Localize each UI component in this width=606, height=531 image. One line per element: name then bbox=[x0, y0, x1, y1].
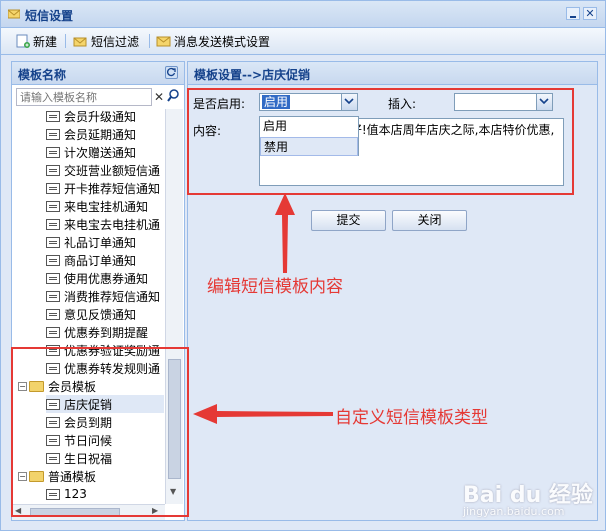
template-settings-header: 模板设置-->店庆促销 bbox=[188, 62, 597, 85]
new-document-icon bbox=[16, 34, 30, 48]
template-list-header: 模板名称 bbox=[12, 62, 184, 85]
tree-item-label: 使用优惠券通知 bbox=[64, 271, 149, 286]
close-button[interactable]: 关闭 bbox=[392, 210, 467, 231]
tree-item-label: 交班营业额短信通 bbox=[64, 163, 161, 178]
tree-item-label: 礼品订单通知 bbox=[64, 235, 137, 250]
tree-item[interactable]: 开卡推荐短信通知 bbox=[46, 179, 160, 197]
window-title: 短信设置 bbox=[25, 9, 74, 23]
tree-item[interactable]: 优惠券到期提醒 bbox=[46, 323, 148, 341]
close-window-button[interactable]: ✕ bbox=[583, 7, 597, 20]
template-list-title: 模板名称 bbox=[18, 68, 67, 82]
tree-item[interactable]: 消费推荐短信通知 bbox=[46, 287, 160, 305]
template-doc-icon bbox=[46, 308, 60, 320]
search-icon bbox=[167, 89, 179, 102]
clear-icon: ✕ bbox=[153, 90, 165, 104]
tree-item-label: 来电宝挂机通知 bbox=[64, 199, 149, 214]
template-doc-icon bbox=[46, 164, 60, 176]
template-search-row: ✕ bbox=[16, 88, 180, 106]
window-titlebar: 短信设置 ✕ bbox=[1, 1, 605, 28]
minimize-icon bbox=[570, 16, 576, 18]
tree-item[interactable]: 会员升级通知 bbox=[46, 109, 136, 125]
template-doc-icon bbox=[46, 326, 60, 338]
template-doc-icon bbox=[46, 290, 60, 302]
template-doc-icon bbox=[46, 218, 60, 230]
toolbar-separator bbox=[149, 34, 150, 48]
tree-item[interactable]: 交班营业额短信通 bbox=[46, 161, 160, 179]
tree-item[interactable]: 计次赠送通知 bbox=[46, 143, 136, 161]
up-arrow-icon bbox=[275, 193, 295, 273]
tree-item[interactable]: 来电宝去电挂机通 bbox=[46, 215, 160, 233]
template-doc-icon bbox=[46, 110, 60, 122]
left-arrow-icon bbox=[193, 404, 333, 424]
tree-item-label: 商品订单通知 bbox=[64, 253, 137, 268]
template-settings-title: 模板设置-->店庆促销 bbox=[194, 68, 311, 82]
template-doc-icon bbox=[46, 236, 60, 248]
send-mode-label: 消息发送模式设置 bbox=[174, 34, 271, 49]
tree-item-label: 意见反馈通知 bbox=[64, 307, 137, 322]
baidu-watermark: Bai du 经验 jingyan.baidu.com bbox=[463, 477, 593, 518]
tree-item[interactable]: 礼品订单通知 bbox=[46, 233, 136, 251]
template-doc-icon bbox=[46, 146, 60, 158]
toolbar: 新建 短信过滤 消息发送模式设置 bbox=[1, 28, 605, 55]
clear-search-button[interactable]: ✕ bbox=[152, 89, 166, 105]
template-doc-icon bbox=[46, 128, 60, 140]
search-button[interactable] bbox=[167, 89, 181, 105]
custom-annotation: 自定义短信模板类型 bbox=[335, 408, 488, 428]
minimize-button[interactable] bbox=[566, 7, 580, 20]
new-button[interactable]: 新建 bbox=[15, 33, 57, 49]
edit-annotation: 编辑短信模板内容 bbox=[207, 277, 343, 297]
sms-envelope-icon bbox=[8, 9, 20, 19]
sms-filter-button[interactable]: 短信过滤 bbox=[73, 33, 139, 49]
template-doc-icon bbox=[46, 182, 60, 194]
tree-item[interactable]: 会员延期通知 bbox=[46, 125, 136, 143]
new-button-label: 新建 bbox=[33, 34, 58, 49]
sms-filter-label: 短信过滤 bbox=[91, 34, 140, 49]
tree-item-label: 会员升级通知 bbox=[64, 109, 137, 124]
refresh-icon bbox=[167, 67, 176, 77]
tree-item-label: 优惠券到期提醒 bbox=[64, 325, 149, 340]
close-icon: ✕ bbox=[585, 7, 595, 20]
mail-icon bbox=[156, 36, 171, 47]
sms-settings-window: 短信设置 ✕ 新建 短信过滤 消息发送模式设置 模板名称 请输入模板名称 ✕ 会… bbox=[0, 0, 606, 531]
edit-area-highlight bbox=[187, 88, 574, 195]
tree-highlight bbox=[11, 347, 189, 517]
tree-item[interactable]: 意见反馈通知 bbox=[46, 305, 136, 323]
tree-item-label: 会员延期通知 bbox=[64, 127, 137, 142]
filter-envelope-icon bbox=[73, 37, 87, 47]
tree-item[interactable]: 来电宝挂机通知 bbox=[46, 197, 148, 215]
toolbar-separator bbox=[65, 34, 66, 48]
send-mode-button[interactable]: 消息发送模式设置 bbox=[156, 33, 270, 49]
submit-button[interactable]: 提交 bbox=[311, 210, 386, 231]
tree-item-label: 开卡推荐短信通知 bbox=[64, 181, 161, 196]
tree-item[interactable]: 商品订单通知 bbox=[46, 251, 136, 269]
tree-item-label: 消费推荐短信通知 bbox=[64, 289, 161, 304]
template-doc-icon bbox=[46, 272, 60, 284]
template-search-input[interactable] bbox=[16, 88, 152, 106]
tree-item-label: 来电宝去电挂机通 bbox=[64, 217, 161, 232]
template-doc-icon bbox=[46, 200, 60, 212]
tree-item[interactable]: 使用优惠券通知 bbox=[46, 269, 148, 287]
template-doc-icon bbox=[46, 254, 60, 266]
refresh-button[interactable] bbox=[165, 66, 178, 79]
tree-item-label: 计次赠送通知 bbox=[64, 145, 137, 160]
